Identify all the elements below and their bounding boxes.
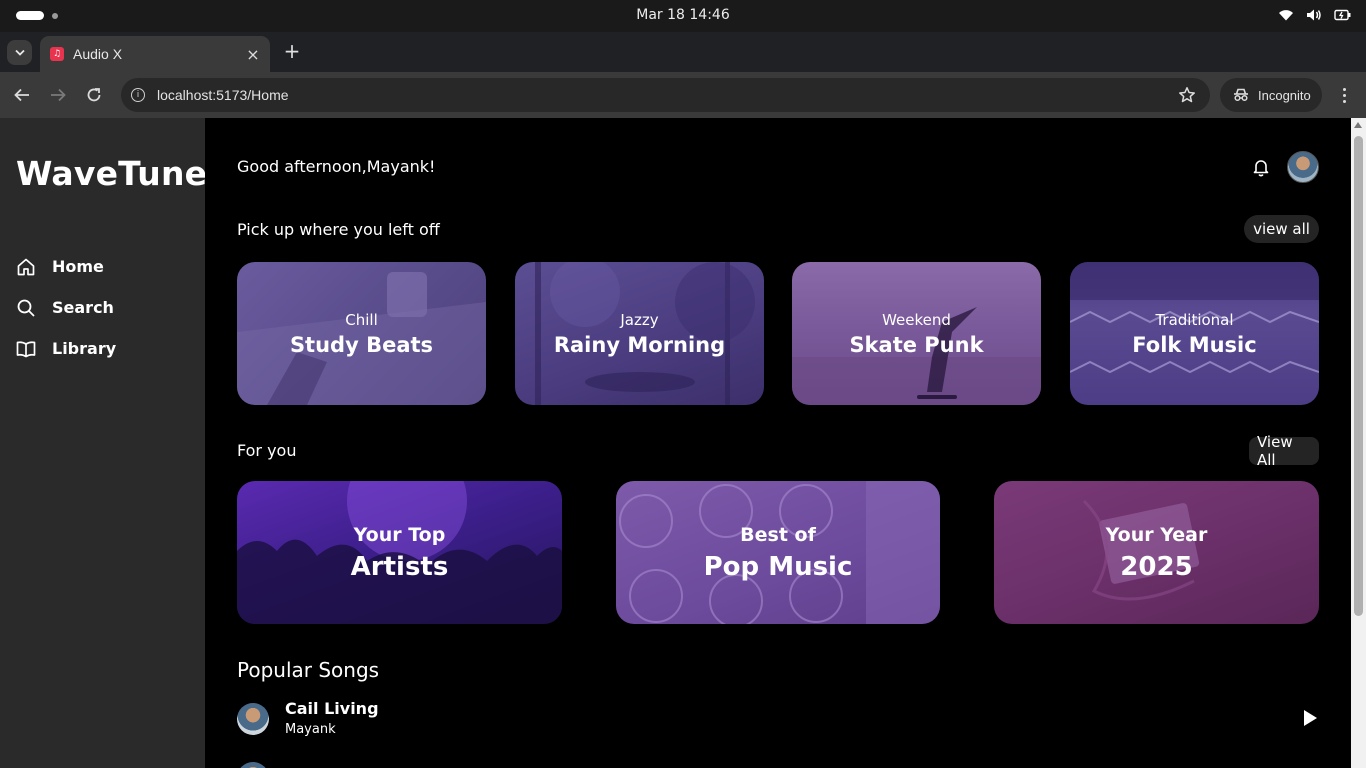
card-text: Your Year 2025 bbox=[1106, 524, 1208, 582]
volume-icon bbox=[1307, 9, 1321, 21]
card-subtitle: Jazzy bbox=[620, 310, 659, 329]
menu-dot bbox=[1342, 99, 1346, 103]
notifications-button[interactable] bbox=[1251, 157, 1271, 181]
card-subtitle: Your Top bbox=[353, 523, 446, 546]
browser-toolbar: i localhost:5173/Home Incognito bbox=[0, 72, 1366, 118]
incognito-indicator[interactable]: Incognito bbox=[1220, 78, 1322, 112]
card-title: Pop Music bbox=[703, 551, 853, 582]
menu-dot bbox=[1342, 93, 1346, 97]
card-text: Jazzy Rainy Morning bbox=[554, 311, 725, 357]
address-bar[interactable]: i localhost:5173/Home bbox=[121, 78, 1210, 112]
bookmark-star-button[interactable] bbox=[1178, 86, 1196, 108]
for-you-section-title: For you bbox=[237, 441, 297, 460]
reload-icon bbox=[87, 88, 101, 102]
browser-tab-active[interactable]: ♫ Audio X × bbox=[40, 36, 270, 72]
recent-section-title: Pick up where you left off bbox=[237, 220, 440, 239]
page-scrollbar[interactable] bbox=[1351, 118, 1366, 768]
card-text: Your Top Artists bbox=[351, 524, 449, 582]
card-text: Weekend Skate Punk bbox=[849, 311, 983, 357]
browser-menu-button[interactable] bbox=[1336, 84, 1352, 106]
address-url[interactable]: localhost:5173/Home bbox=[157, 87, 289, 103]
for-you-card-pop-music[interactable]: Best of Pop Music bbox=[616, 481, 940, 624]
card-subtitle: Weekend bbox=[882, 310, 951, 329]
book-icon bbox=[16, 340, 36, 357]
sidebar-item-search[interactable]: Search bbox=[16, 287, 116, 328]
scroll-up-arrow[interactable] bbox=[1354, 122, 1362, 128]
bell-icon bbox=[1253, 160, 1269, 177]
song-title[interactable]: Cail Living bbox=[285, 699, 379, 718]
tab-search-button[interactable] bbox=[7, 40, 32, 65]
card-text: Best of Pop Music bbox=[704, 524, 853, 582]
user-avatar[interactable] bbox=[1287, 151, 1319, 183]
card-title: Folk Music bbox=[1132, 332, 1257, 357]
chevron-down-icon bbox=[14, 49, 25, 56]
card-title: Study Beats bbox=[289, 332, 434, 357]
sidebar: WaveTune Home Search Library bbox=[0, 118, 207, 768]
incognito-icon bbox=[1234, 88, 1248, 102]
site-info-icon[interactable]: i bbox=[131, 88, 145, 102]
greeting-text: Good afternoon,Mayank! bbox=[237, 157, 436, 176]
recent-card-study-beats[interactable]: Chill Study Beats bbox=[237, 262, 486, 405]
song-row[interactable]: Cail Living Mayank bbox=[237, 699, 1319, 743]
arrow-right-icon bbox=[51, 88, 66, 102]
star-icon bbox=[1179, 87, 1195, 103]
for-you-view-all-button[interactable]: View All bbox=[1249, 433, 1319, 469]
sidebar-item-label: Library bbox=[52, 339, 117, 358]
song-play-button[interactable] bbox=[1301, 708, 1319, 732]
popular-songs-title: Popular Songs bbox=[237, 658, 380, 682]
recent-card-skate-punk[interactable]: Weekend Skate Punk bbox=[792, 262, 1041, 405]
song-cover bbox=[237, 762, 269, 768]
brand-logo[interactable]: WaveTune bbox=[16, 154, 207, 193]
card-text: Traditional Folk Music bbox=[1132, 311, 1256, 357]
card-subtitle: Chill bbox=[345, 310, 378, 329]
music-note-icon: ♫ bbox=[50, 47, 64, 61]
back-button[interactable] bbox=[11, 84, 33, 106]
card-subtitle: Traditional bbox=[1155, 310, 1234, 329]
card-subtitle: Best of bbox=[740, 523, 816, 546]
sidebar-item-home[interactable]: Home bbox=[16, 246, 116, 287]
browser-tab-strip: ♫ Audio X × + bbox=[0, 32, 1366, 72]
wifi-icon bbox=[1279, 10, 1293, 21]
incognito-label: Incognito bbox=[1258, 87, 1311, 103]
for-you-card-your-year[interactable]: Your Year 2025 bbox=[994, 481, 1319, 624]
home-icon bbox=[17, 258, 35, 275]
song-cover bbox=[237, 703, 269, 735]
card-text: Chill Study Beats bbox=[290, 311, 433, 357]
card-subtitle: Your Year bbox=[1105, 523, 1208, 546]
card-title: Artists bbox=[350, 551, 449, 582]
sidebar-item-label: Search bbox=[52, 298, 114, 317]
app-viewport: WaveTune Home Search Library Good aftern… bbox=[0, 118, 1366, 768]
recent-card-rainy-morning[interactable]: Jazzy Rainy Morning bbox=[515, 262, 764, 405]
system-tray[interactable] bbox=[1278, 8, 1352, 22]
sidebar-nav: Home Search Library bbox=[16, 246, 116, 369]
new-tab-button[interactable]: + bbox=[281, 41, 303, 63]
tab-title: Audio X bbox=[73, 46, 123, 62]
song-artist[interactable]: Mayank bbox=[285, 722, 336, 737]
song-row-partial[interactable] bbox=[237, 758, 1319, 768]
menu-dot bbox=[1342, 87, 1346, 91]
play-icon bbox=[1304, 710, 1317, 726]
tab-close-button[interactable]: × bbox=[244, 45, 262, 64]
battery-icon bbox=[1334, 9, 1351, 21]
reload-button[interactable] bbox=[83, 84, 105, 106]
scrollbar-thumb[interactable] bbox=[1354, 136, 1363, 616]
recent-view-all-button[interactable]: view all bbox=[1244, 215, 1319, 243]
for-you-card-top-artists[interactable]: Your Top Artists bbox=[237, 481, 562, 624]
os-top-bar: Mar 18 14:46 bbox=[0, 0, 1366, 32]
sidebar-item-label: Home bbox=[52, 257, 104, 276]
main-content: Good afternoon,Mayank! Pick up where you… bbox=[205, 118, 1351, 768]
sidebar-item-library[interactable]: Library bbox=[16, 328, 116, 369]
arrow-left-icon bbox=[14, 88, 29, 102]
forward-button[interactable] bbox=[47, 84, 69, 106]
card-title: Rainy Morning bbox=[553, 332, 726, 357]
recent-card-folk-music[interactable]: Traditional Folk Music bbox=[1070, 262, 1319, 405]
card-title: 2025 bbox=[1120, 551, 1193, 582]
search-icon bbox=[17, 299, 35, 317]
system-clock[interactable]: Mar 18 14:46 bbox=[0, 7, 1366, 23]
card-title: Skate Punk bbox=[849, 332, 984, 357]
